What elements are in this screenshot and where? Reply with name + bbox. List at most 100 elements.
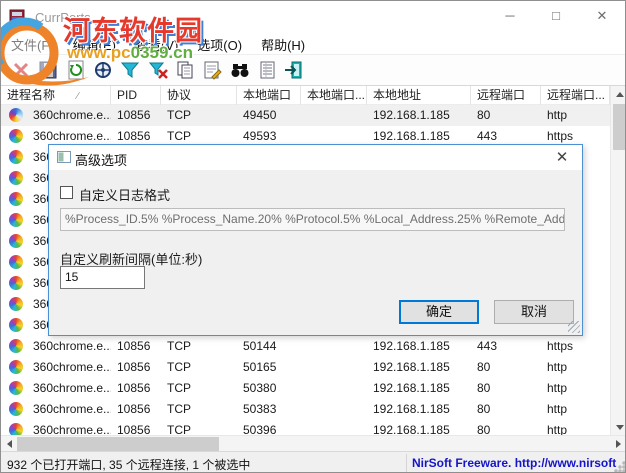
cell-remote_port_name: http bbox=[547, 402, 568, 416]
window-title: CurrPorts bbox=[35, 10, 91, 25]
ok-button[interactable]: 确定 bbox=[399, 300, 479, 324]
cell-local_address: 192.168.1.185 bbox=[373, 339, 450, 353]
table-row[interactable]: 360chrome.e... 10856 TCP 50396 192.168.1.185… bbox=[1, 420, 610, 435]
delete-connection-icon[interactable] bbox=[11, 60, 31, 80]
cell-remote_port_name: https bbox=[547, 339, 574, 353]
resolve-target-icon[interactable] bbox=[93, 60, 113, 80]
column-label: PID bbox=[117, 88, 138, 102]
refresh-icon[interactable] bbox=[66, 60, 86, 80]
column-header-local_port_name[interactable]: 本地端口... bbox=[301, 86, 367, 105]
cell-protocol: TCP bbox=[167, 423, 191, 435]
table-row[interactable]: 360chrome.e... 10856 TCP 50380 192.168.1.185… bbox=[1, 378, 610, 399]
dialog-title: 高级选项 bbox=[75, 153, 128, 168]
cell-pid: 10856 bbox=[117, 339, 151, 353]
copy-icon[interactable] bbox=[175, 60, 195, 80]
table-row[interactable]: 360chrome.e... 10856 TCP 50165 192.168.1.185… bbox=[1, 357, 610, 378]
column-header-pid[interactable]: PID bbox=[111, 86, 161, 105]
process-icon bbox=[9, 381, 23, 395]
cell-pid: 10856 bbox=[117, 360, 151, 374]
column-header-remote_port_name[interactable]: 远程端口... bbox=[541, 86, 610, 105]
cell-protocol: TCP bbox=[167, 381, 191, 395]
menu-bar: 文件(F) 编辑(E) 查看(V) 选项(O) 帮助(H) bbox=[1, 32, 625, 54]
cell-local_port_name bbox=[301, 336, 367, 357]
close-button[interactable]: ✕ bbox=[579, 1, 625, 31]
vertical-scroll-thumb[interactable] bbox=[613, 104, 625, 150]
scroll-left-arrow-icon[interactable] bbox=[1, 436, 18, 452]
status-summary: 932 个已打开端口, 35 个远程连接, 1 个被选中 bbox=[7, 458, 251, 472]
process-icon bbox=[9, 108, 23, 122]
app-icon bbox=[9, 9, 27, 26]
cell-remote_port_name: http bbox=[547, 360, 568, 374]
cell-local_port: 50396 bbox=[243, 423, 277, 435]
cell-local_address: 192.168.1.185 bbox=[373, 402, 450, 416]
save-icon[interactable] bbox=[38, 60, 58, 80]
filter-icon[interactable] bbox=[120, 60, 140, 80]
process-icon bbox=[9, 150, 23, 164]
table-row[interactable]: 360chrome.e... 10856 TCP 49450 192.168.1.185… bbox=[1, 105, 610, 126]
column-header-protocol[interactable]: 协议 bbox=[161, 86, 237, 105]
status-brand-link[interactable]: NirSoft Freeware. http://www.nirsoft.net bbox=[412, 456, 617, 470]
cell-local_port_name bbox=[301, 105, 367, 126]
cell-pid: 10856 bbox=[117, 381, 151, 395]
dialog-title-bar[interactable]: 高级选项 ✕ bbox=[49, 145, 582, 170]
process-icon bbox=[9, 318, 23, 332]
app-window: CurrPorts ─ □ ✕ 文件(F) 编辑(E) 查看(V) 选项(O) 帮助(H… bbox=[0, 0, 626, 473]
properties-icon[interactable] bbox=[202, 60, 223, 80]
cell-remote_port: 443 bbox=[477, 339, 498, 353]
process-icon bbox=[9, 276, 23, 290]
cell-local_address: 192.168.1.185 bbox=[373, 360, 450, 374]
toolbar bbox=[1, 54, 625, 86]
process-icon bbox=[9, 213, 23, 227]
custom-log-format-label: 自定义日志格式 bbox=[79, 188, 171, 203]
column-label: 远程端口 bbox=[477, 88, 526, 102]
column-header-process[interactable]: 进程名称 ∕ bbox=[1, 86, 111, 105]
column-header-remote_port[interactable]: 远程端口 bbox=[471, 86, 541, 105]
list-header: 进程名称 ∕ PID 协议 本地端口 本地端口... 本地地址 远程端口 远程端口... bbox=[1, 86, 610, 105]
process-icon bbox=[9, 297, 23, 311]
cell-process: 360chrome.e... bbox=[33, 402, 111, 416]
column-label: 本地端口... bbox=[307, 88, 366, 102]
process-icon bbox=[9, 255, 23, 269]
cell-pid: 10856 bbox=[117, 402, 151, 416]
cell-protocol: TCP bbox=[167, 339, 191, 353]
scroll-right-arrow-icon[interactable] bbox=[610, 436, 625, 452]
sort-indicator-icon: ∕ bbox=[77, 91, 79, 102]
find-icon[interactable] bbox=[230, 60, 250, 80]
cell-process: 360chrome.e... bbox=[33, 108, 111, 122]
cancel-button[interactable]: 取消 bbox=[494, 300, 574, 324]
table-row[interactable]: 360chrome.e... 10856 TCP 50144 192.168.1.185… bbox=[1, 336, 610, 357]
column-label: 进程名称 bbox=[7, 88, 56, 102]
table-row[interactable]: 360chrome.e... 10856 TCP 50383 192.168.1.185… bbox=[1, 399, 610, 420]
dialog-close-icon[interactable]: ✕ bbox=[552, 148, 572, 166]
column-header-local_address[interactable]: 本地地址 bbox=[367, 86, 471, 105]
process-icon bbox=[9, 423, 23, 435]
scroll-down-arrow-icon[interactable] bbox=[611, 419, 625, 435]
title-bar[interactable]: CurrPorts ─ □ ✕ bbox=[1, 1, 625, 32]
refresh-interval-input[interactable]: 15 bbox=[60, 266, 145, 289]
cell-local_port_name bbox=[301, 357, 367, 378]
window-resize-grip[interactable] bbox=[614, 461, 625, 472]
process-icon bbox=[9, 129, 23, 143]
minimize-button[interactable]: ─ bbox=[487, 1, 533, 31]
cell-protocol: TCP bbox=[167, 360, 191, 374]
log-format-input[interactable]: %Process_ID.5% %Process_Name.20% %Protoc… bbox=[60, 208, 565, 231]
scroll-up-arrow-icon[interactable] bbox=[611, 86, 625, 102]
column-header-local_port[interactable]: 本地端口 bbox=[237, 86, 301, 105]
horizontal-scrollbar[interactable] bbox=[1, 435, 625, 452]
cell-remote_port: 80 bbox=[477, 360, 491, 374]
cell-local_port: 50144 bbox=[243, 339, 277, 353]
process-icon bbox=[9, 192, 23, 206]
horizontal-scroll-thumb[interactable] bbox=[17, 437, 219, 451]
cell-remote_port: 80 bbox=[477, 381, 491, 395]
cell-local_port_name bbox=[301, 420, 367, 435]
cell-protocol: TCP bbox=[167, 108, 191, 122]
maximize-button[interactable]: □ bbox=[533, 1, 579, 31]
exit-icon[interactable] bbox=[284, 60, 304, 80]
clear-filter-icon[interactable] bbox=[148, 60, 168, 80]
process-icon bbox=[9, 402, 23, 416]
dialog-resize-grip[interactable] bbox=[568, 321, 580, 333]
vertical-scrollbar[interactable] bbox=[610, 86, 625, 435]
process-icon bbox=[9, 339, 23, 353]
custom-log-format-checkbox[interactable] bbox=[60, 186, 73, 199]
report-icon[interactable] bbox=[257, 60, 277, 80]
